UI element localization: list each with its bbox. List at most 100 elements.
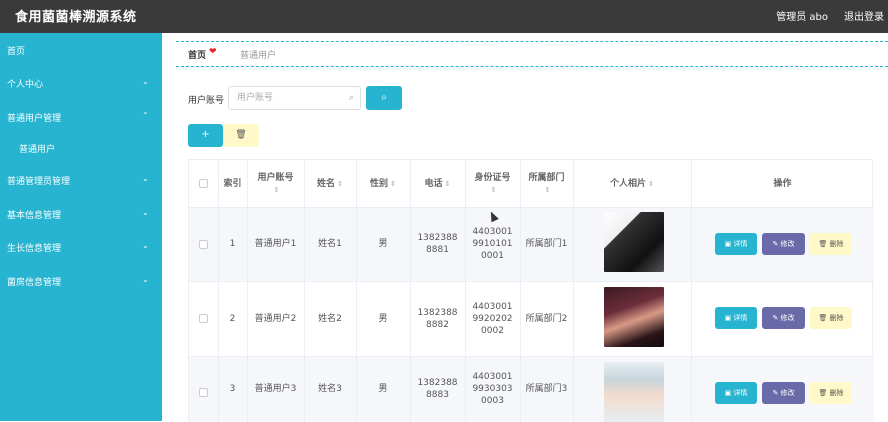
- cell-department: 所属部门3: [525, 384, 568, 394]
- edit-label: 修改: [780, 389, 795, 397]
- search-button[interactable]: ⌕: [366, 86, 402, 110]
- sidebar-item-label: 普通用户: [19, 145, 56, 155]
- sidebar-item-label: 个人中心: [7, 80, 44, 90]
- select-all-checkbox[interactable]: [199, 179, 208, 188]
- row-checkbox[interactable]: [199, 240, 208, 249]
- edit-icon: ✎: [772, 240, 781, 248]
- search-label: 用户账号: [188, 96, 225, 106]
- delete-row-button[interactable]: 🗑 删除: [810, 382, 852, 404]
- sort-icon: ⇕: [444, 179, 451, 188]
- header-label: 电话: [424, 178, 443, 189]
- edit-icon: ✎: [772, 314, 781, 322]
- cell-account: 普通用户3: [254, 384, 297, 394]
- row-checkbox[interactable]: [199, 314, 208, 323]
- sidebar-item-label: 生长信息管理: [7, 244, 62, 254]
- header-gender[interactable]: 性别 ⇕: [356, 160, 410, 207]
- header-label: 性别: [370, 178, 389, 189]
- sort-icon: ⇕: [544, 185, 551, 194]
- breadcrumb-home[interactable]: 首页: [188, 48, 206, 61]
- app-title: 食用菌菌棒溯源系统: [15, 10, 137, 25]
- cell-id-number: 440300199303030003: [472, 372, 513, 406]
- logout-link[interactable]: 退出登录: [844, 8, 884, 23]
- breadcrumb: 首页 ❤ 普通用户: [176, 41, 888, 67]
- cell-department: 所属部门2: [525, 313, 568, 324]
- cell-name: 姓名1: [318, 239, 342, 249]
- admin-label: 管理员 abo: [776, 12, 828, 23]
- cell-gender: 男: [378, 239, 388, 249]
- detail-button[interactable]: ▣ 详情: [715, 233, 757, 255]
- chevron-down-icon: ⌄: [142, 208, 149, 217]
- search-placeholder: 用户账号: [237, 93, 274, 103]
- header-account[interactable]: 用户账号 ⇕: [247, 160, 304, 207]
- delete-label: 删除: [829, 240, 844, 248]
- chevron-down-icon: ⌄: [142, 241, 149, 250]
- search-icon: ⌕: [381, 92, 387, 103]
- cell-name: 姓名3: [318, 384, 342, 394]
- edit-button[interactable]: ✎ 修改: [762, 307, 805, 329]
- sidebar-item-home[interactable]: 首页: [0, 41, 162, 61]
- header-label: 所属部门: [528, 172, 565, 183]
- sidebar-item-personal-center[interactable]: 个人中心 ⌄: [0, 74, 162, 94]
- plus-icon: +: [201, 129, 210, 140]
- trash-icon: 🗑: [235, 130, 247, 140]
- detail-label: 详情: [733, 389, 748, 397]
- sidebar-item-user-management[interactable]: 普通用户管理 ⌃: [0, 108, 162, 128]
- header-label: 姓名: [317, 178, 336, 189]
- search-icon: ⌕: [348, 93, 354, 103]
- sidebar-item-admin-management[interactable]: 普通管理员管理 ⌄: [0, 171, 162, 191]
- header-id-number[interactable]: 身份证号 ⇕: [465, 160, 520, 207]
- sidebar-item-label: 菌房信息管理: [7, 278, 62, 288]
- sort-icon: ⇕: [273, 185, 280, 194]
- cell-account: 普通用户2: [254, 313, 297, 324]
- cell-department: 所属部门1: [525, 239, 568, 249]
- divider: [176, 68, 888, 72]
- header-index: 索引: [223, 178, 242, 189]
- sort-icon: ⇕: [648, 179, 654, 188]
- sort-icon: ⇕: [390, 179, 396, 188]
- search-input[interactable]: 用户账号 ⌕: [228, 86, 361, 110]
- add-button[interactable]: +: [188, 124, 223, 147]
- cell-name: 姓名2: [318, 313, 342, 324]
- cell-gender: 男: [378, 384, 388, 394]
- cell-id-number: 440300199202020002: [472, 301, 513, 336]
- header-label: 身份证号: [474, 172, 511, 183]
- edit-button[interactable]: ✎ 修改: [762, 233, 805, 255]
- detail-icon: ▣: [724, 389, 734, 397]
- delete-row-button[interactable]: 🗑 删除: [810, 233, 852, 255]
- header-name[interactable]: 姓名 ⇕: [304, 160, 356, 207]
- edit-icon: ✎: [772, 389, 781, 397]
- row-checkbox[interactable]: [199, 388, 208, 397]
- sidebar-item-users[interactable]: 普通用户: [0, 139, 162, 159]
- trash-icon: 🗑: [818, 240, 830, 248]
- sidebar-item-label: 首页: [7, 47, 26, 57]
- sidebar: 首页 个人中心 ⌄ 普通用户管理 ⌃ 普通用户 普通管理员管理 ⌄ 基本信息管理…: [0, 33, 162, 421]
- header-phone[interactable]: 电话 ⇕: [410, 160, 465, 207]
- heart-icon: ❤: [209, 47, 217, 57]
- header-label: 用户账号: [257, 172, 294, 183]
- chevron-down-icon: ⌄: [142, 275, 149, 284]
- trash-icon: 🗑: [818, 389, 830, 397]
- edit-button[interactable]: ✎ 修改: [762, 382, 805, 404]
- chevron-down-icon: ⌄: [142, 174, 149, 183]
- sidebar-item-room-info[interactable]: 菌房信息管理 ⌄: [0, 272, 162, 292]
- cell-gender: 男: [378, 313, 388, 324]
- chevron-down-icon: ⌄: [142, 77, 149, 86]
- detail-label: 详情: [733, 240, 748, 248]
- user-photo: [604, 212, 664, 272]
- detail-button[interactable]: ▣ 详情: [715, 307, 757, 329]
- sidebar-item-basic-info[interactable]: 基本信息管理 ⌄: [0, 205, 162, 225]
- sidebar-item-label: 普通管理员管理: [7, 177, 71, 187]
- sort-icon: ⇕: [490, 185, 497, 194]
- top-bar: 食用菌菌棒溯源系统 管理员 abo 退出登录: [0, 0, 888, 33]
- delete-label: 删除: [829, 389, 844, 397]
- sidebar-item-label: 普通用户管理: [7, 114, 62, 124]
- delete-button[interactable]: 🗑: [223, 124, 259, 147]
- detail-icon: ▣: [724, 240, 734, 248]
- detail-button[interactable]: ▣ 详情: [715, 382, 757, 404]
- breadcrumb-current: 普通用户: [240, 51, 277, 61]
- header-department[interactable]: 所属部门 ⇕: [520, 160, 573, 207]
- header-photo[interactable]: 个人相片 ⇕: [573, 160, 691, 207]
- sidebar-item-growth-info[interactable]: 生长信息管理 ⌄: [0, 238, 162, 258]
- edit-label: 修改: [780, 240, 795, 248]
- delete-row-button[interactable]: 🗑 删除: [810, 307, 852, 329]
